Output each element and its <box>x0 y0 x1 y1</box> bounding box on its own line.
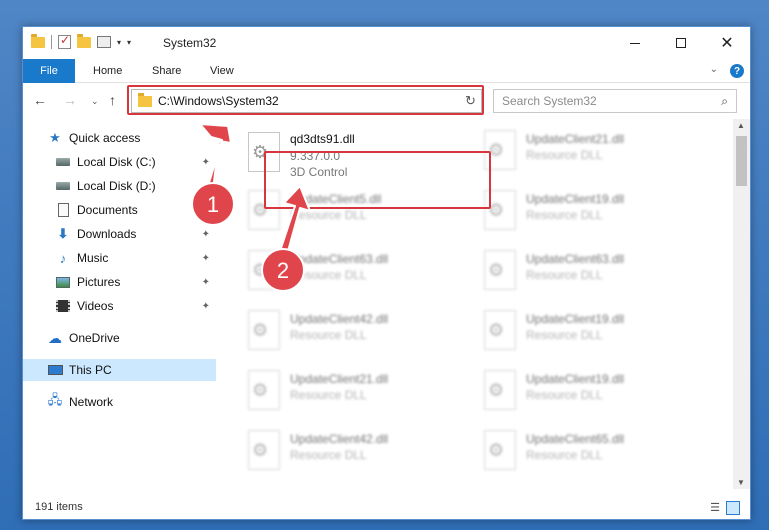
annotation-overlay: 1 2 <box>191 123 311 292</box>
annotation-2-label: 2 <box>277 258 289 283</box>
annotation-arrow-2: 2 <box>261 185 311 292</box>
annotation-arrow-1: 1 <box>191 123 235 226</box>
annotation-1-label: 1 <box>207 192 219 217</box>
